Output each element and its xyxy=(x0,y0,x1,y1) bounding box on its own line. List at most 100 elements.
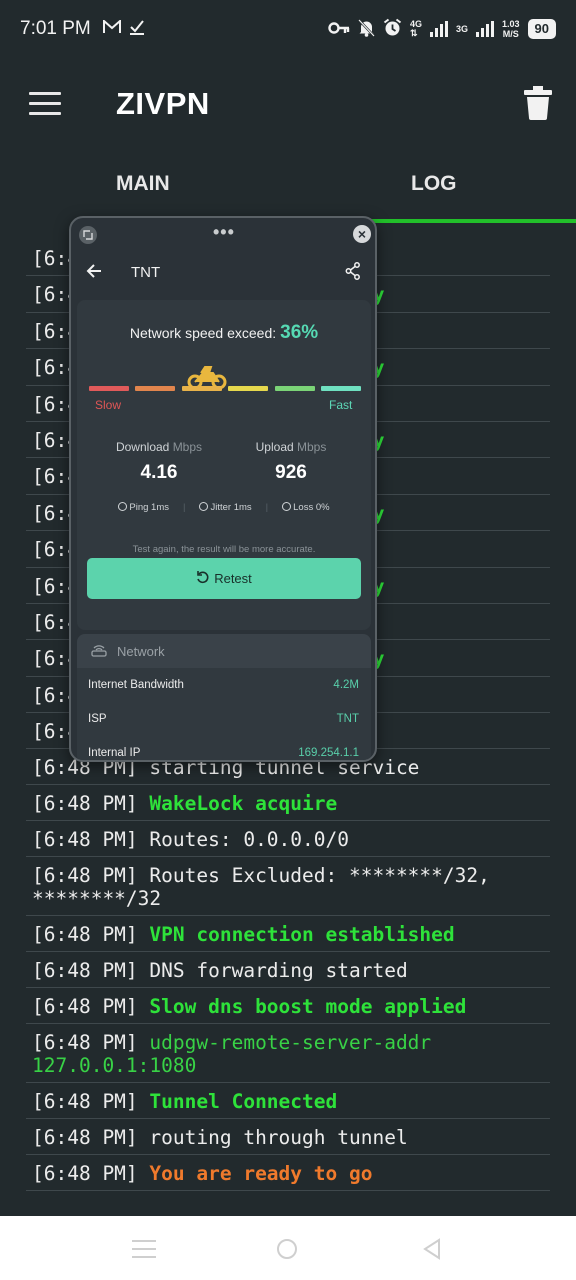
speed-test-popup: ••• × TNT Network speed exceed: 36% Slow … xyxy=(69,216,377,762)
network-row-value: TNT xyxy=(336,713,359,725)
network-row-label: Internet Bandwidth xyxy=(88,679,184,691)
menu-icon[interactable] xyxy=(29,92,61,115)
log-timestamp: [6:48 PM] xyxy=(32,792,150,816)
gauge-segment xyxy=(321,386,361,391)
log-timestamp: [6:48 PM] xyxy=(32,959,150,983)
speed-result-card: Network speed exceed: 36% Slow Fast Downl… xyxy=(77,300,371,630)
jitter-icon xyxy=(199,502,209,511)
network-header: Network xyxy=(77,634,371,668)
app-bar: ZIVPN xyxy=(0,58,576,150)
log-timestamp: [6:48 PM] xyxy=(32,864,150,888)
ping-metric: Ping 1ms xyxy=(118,502,169,513)
log-timestamp: [6:48 PM] xyxy=(32,1126,150,1150)
router-icon xyxy=(91,643,107,660)
network-4g: 4G ⇅ xyxy=(409,19,422,38)
trash-icon[interactable] xyxy=(524,86,552,120)
log-row: [6:48 PM] WakeLock acquire xyxy=(26,785,550,822)
popup-title: TNT xyxy=(131,264,161,281)
log-message: Tunnel Connected xyxy=(149,1090,338,1114)
log-timestamp: [6:48 PM] xyxy=(32,1031,150,1055)
network-info-card: Network Internet Bandwidth 4.2M ISP TNT Inte… xyxy=(77,634,371,760)
battery-indicator: 90 xyxy=(527,19,556,39)
log-message: DNS forwarding started xyxy=(149,959,408,983)
fast-label: Fast xyxy=(329,398,353,412)
expand-icon[interactable] xyxy=(79,226,97,244)
data-arrows-icon: ⇅ xyxy=(409,28,418,38)
vpn-key-icon xyxy=(328,21,350,38)
network-row-label: ISP xyxy=(88,713,107,725)
download-stat: Download Mbps 4.16 xyxy=(89,440,229,484)
log-message: WakeLock acquire xyxy=(149,792,338,816)
check-download-icon xyxy=(129,19,145,40)
log-message: You are ready to go xyxy=(149,1162,373,1186)
refresh-icon xyxy=(196,570,210,587)
log-row: [6:48 PM] Routes Excluded: ********/32, … xyxy=(26,857,550,917)
network-row: ISP TNT xyxy=(77,702,371,736)
mute-bell-icon xyxy=(358,18,375,40)
tab-log[interactable]: LOG xyxy=(411,172,457,196)
home-icon[interactable] xyxy=(277,1239,297,1259)
network-row: Internal IP 169.254.1.1 xyxy=(77,736,371,760)
signal-icon xyxy=(429,21,448,37)
network-row-value: 169.254.1.1 xyxy=(298,747,359,759)
log-timestamp: [6:48 PM] xyxy=(32,923,150,947)
latency-metrics: Ping 1ms | Jitter 1ms | Loss 0% xyxy=(77,502,371,513)
alarm-icon xyxy=(383,18,402,40)
gauge-segment xyxy=(228,386,269,391)
signal-icon-2 xyxy=(476,21,494,37)
drag-handle-icon[interactable]: ••• xyxy=(213,222,235,243)
log-row: [6:48 PM] You are ready to go xyxy=(26,1155,550,1192)
exceed-percent: 36% xyxy=(280,322,319,343)
network-row-value: 4.2M xyxy=(333,679,359,691)
loss-metric: Loss 0% xyxy=(282,502,330,513)
ping-icon xyxy=(118,502,128,511)
upload-value: 926 xyxy=(275,462,307,483)
back-arrow-icon[interactable] xyxy=(85,262,103,280)
log-row: [6:48 PM] DNS forwarding started xyxy=(26,952,550,989)
network-rows: Internet Bandwidth 4.2M ISP TNT Internal IP 1… xyxy=(77,668,371,760)
upload-stat: Upload Mbps 926 xyxy=(221,440,361,484)
log-row: [6:48 PM] Routes: 0.0.0.0/0 xyxy=(26,821,550,858)
download-value: 4.16 xyxy=(140,462,178,483)
popup-header: TNT xyxy=(71,254,375,294)
speed-gauge xyxy=(89,386,361,392)
app-title: ZIVPN xyxy=(116,86,210,121)
log-timestamp: [6:48 PM] xyxy=(32,828,150,852)
net-speed: 1.03 M/S xyxy=(502,19,520,39)
tab-main[interactable]: MAIN xyxy=(116,172,170,196)
share-icon[interactable] xyxy=(345,262,361,280)
back-triangle-icon[interactable] xyxy=(422,1238,442,1260)
jitter-metric: Jitter 1ms xyxy=(199,502,252,513)
log-timestamp: [6:48 PM] xyxy=(32,1090,150,1114)
retest-button[interactable]: Retest xyxy=(87,558,361,599)
log-row: [6:48 PM] Slow dns boost mode applied xyxy=(26,988,550,1025)
system-nav-bar xyxy=(0,1216,576,1280)
loss-icon xyxy=(282,502,292,511)
log-row: [6:48 PM] udpgw-remote-server-addr 127.0… xyxy=(26,1024,550,1084)
network-row-label: Internal IP xyxy=(88,747,141,759)
log-row: [6:48 PM] routing through tunnel xyxy=(26,1119,550,1156)
speed-exceed: Network speed exceed: 36% xyxy=(129,322,319,343)
log-message: VPN connection established xyxy=(149,923,455,947)
network-row: Internet Bandwidth 4.2M xyxy=(77,668,371,702)
status-time: 7:01 PM xyxy=(20,18,91,39)
slow-label: Slow xyxy=(95,398,122,412)
log-message: Routes: 0.0.0.0/0 xyxy=(149,828,349,852)
close-icon[interactable]: × xyxy=(353,225,371,243)
retest-hint: Test again, the result will be more accu… xyxy=(132,544,316,555)
gauge-segment xyxy=(181,386,222,391)
status-bar: 7:01 PM 4G ⇅ 3G 1.03 M/S 90 xyxy=(0,0,576,58)
tab-bar: MAIN LOG xyxy=(0,150,576,226)
gmail-icon xyxy=(102,18,121,40)
log-row: [6:48 PM] Tunnel Connected xyxy=(26,1083,550,1120)
gauge-segment xyxy=(89,386,129,391)
recents-icon[interactable] xyxy=(132,1240,156,1258)
popup-titlebar[interactable]: ••• × xyxy=(71,218,375,250)
log-row: [6:48 PM] VPN connection established xyxy=(26,916,550,953)
log-timestamp: [6:48 PM] xyxy=(32,995,150,1019)
log-message: Slow dns boost mode applied xyxy=(149,995,467,1019)
network-3g: 3G xyxy=(455,23,468,34)
gauge-segment xyxy=(135,386,176,391)
log-timestamp: [6:48 PM] xyxy=(32,1162,150,1186)
log-message: routing through tunnel xyxy=(149,1126,408,1150)
